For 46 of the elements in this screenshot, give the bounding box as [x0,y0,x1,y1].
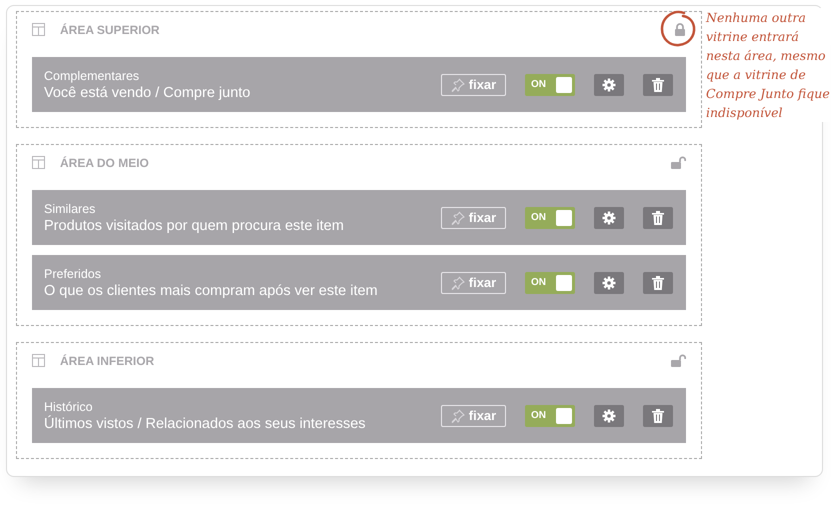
row-description: O que os clientes mais compram após ver este item [44,282,379,298]
settings-icon [602,210,616,224]
row-category: Preferidos [44,266,102,280]
pin-button[interactable]: fixar [441,404,506,426]
row-category: Complementares [44,68,140,82]
pin-button[interactable]: fixar [441,74,506,96]
pin-button[interactable]: fixar [441,272,506,294]
delete-button[interactable] [643,206,673,228]
delete-button[interactable] [643,404,673,426]
area-title: ÁREA DO MEIO [60,156,149,170]
row-description: Últimos vistos / Relacionados aos seus interesses [44,416,367,432]
settings-icon [602,78,616,92]
pin-icon [450,78,465,92]
lock-icon[interactable] [674,23,686,36]
pin-icon [450,210,465,224]
pin-button[interactable]: fixar [441,206,506,228]
layout-icon [32,354,45,367]
settings-button[interactable] [594,404,624,426]
annotation-note: Nenhuma outra vitrine entrará nesta área, mesmo que a vitrine de Compre Junto fique indisponível [706,8,830,122]
settings-button[interactable] [594,74,624,96]
pin-icon [450,276,465,290]
delete-button[interactable] [643,272,673,294]
layout-icon [32,156,45,169]
row-category: Histórico [44,400,94,414]
on-toggle[interactable]: ON [525,206,575,228]
on-toggle[interactable]: ON [525,404,575,426]
on-toggle[interactable]: ON [525,74,575,96]
on-toggle[interactable]: ON [525,272,575,294]
row-description: Você está vendo / Compre junto [44,84,252,100]
unlocked-lock-icon[interactable] [671,156,686,169]
trash-icon [652,210,664,224]
delete-button[interactable] [643,74,673,96]
settings-icon [602,408,616,422]
trash-icon [652,276,664,290]
row-category: Similares [44,202,96,216]
pin-icon [450,408,465,422]
settings-icon [602,276,616,290]
settings-button[interactable] [594,272,624,294]
unlocked-lock-icon[interactable] [671,354,686,367]
layout-icon [32,23,45,36]
trash-icon [652,78,664,92]
row-description: Produtos visitados por quem procura este item [44,218,345,234]
trash-icon [652,408,664,422]
area-title: ÁREA SUPERIOR [60,22,160,36]
area-title: ÁREA INFERIOR [60,354,154,368]
settings-button[interactable] [594,206,624,228]
